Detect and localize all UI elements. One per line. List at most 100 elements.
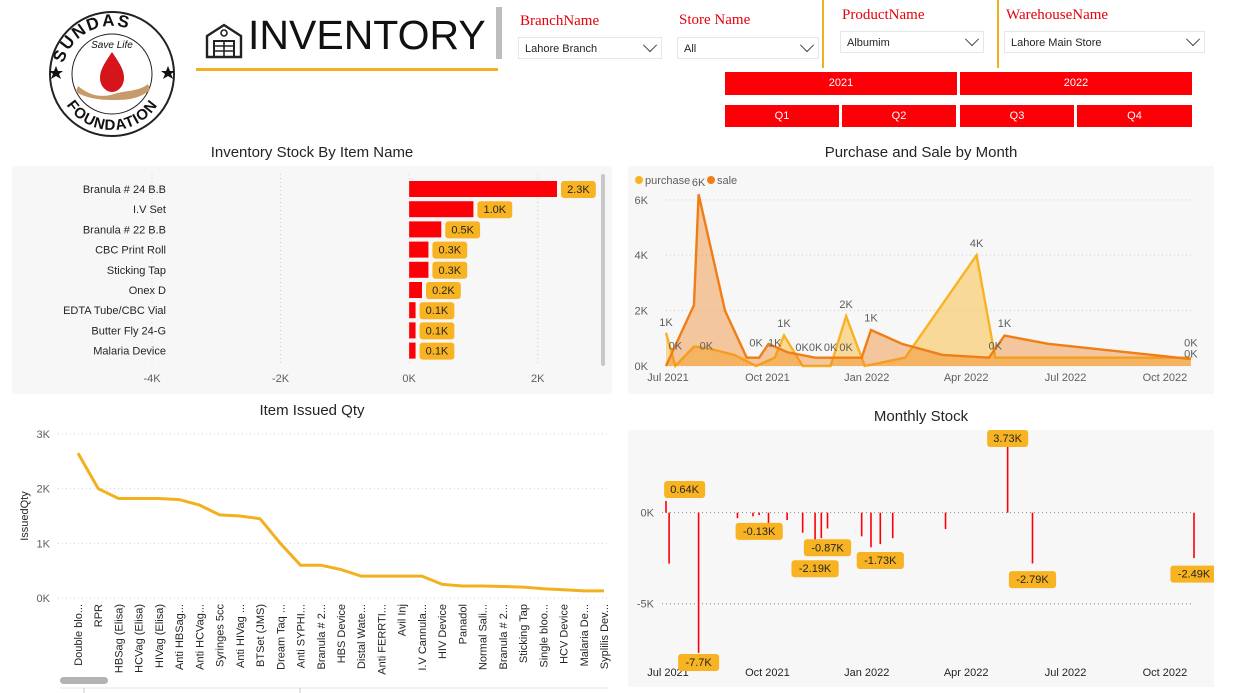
page-title-area: INVENTORY	[196, 10, 498, 72]
point-data-label: 0K	[669, 340, 683, 352]
point-data-label: 1K	[659, 317, 673, 329]
monthly-stock-data-label: -1.73K	[864, 555, 897, 567]
x-tick-label: Oct 2021	[745, 667, 790, 679]
point-data-label: 6K	[692, 177, 706, 189]
scrollbar	[601, 174, 605, 366]
category-label: Malaria Device	[93, 346, 166, 358]
stock-bar	[409, 181, 557, 197]
store-dropdown[interactable]: All	[677, 37, 819, 59]
x-tick-label: -4K	[143, 373, 161, 385]
stock-data-label: 0.5K	[451, 224, 474, 236]
stock-bar	[409, 201, 474, 218]
y-tick-label: 6K	[635, 195, 649, 207]
monthly-stock-data-label: 3.73K	[993, 433, 1022, 445]
monthly-stock-chart: 0K-5KJul 2021 Oct 2021 Jan 2022 Apr 2022 Jul…	[637, 430, 1214, 679]
title-divider	[496, 7, 502, 59]
x-tick-label: Apr 2022	[944, 667, 989, 679]
quarter-q3-button[interactable]: Q3	[960, 105, 1074, 127]
category-label: I.V Cannula...	[417, 604, 429, 671]
point-data-label: 0K	[988, 340, 1002, 352]
x-tick-label: Jan 2022	[844, 667, 889, 679]
monthly-stock-data-label: -2.19K	[799, 563, 832, 575]
stock-data-label: 0.1K	[426, 325, 449, 337]
store-dropdown-value: All	[684, 43, 697, 55]
stock-data-label: 0.3K	[439, 265, 462, 277]
x-tick-label: Oct 2022	[1143, 667, 1188, 679]
title-underline	[196, 68, 498, 71]
category-label: Butter Fly 24-G	[91, 325, 166, 337]
stock-data-label: 0.3K	[439, 245, 462, 257]
y-tick-label: 0K	[641, 508, 655, 520]
x-tick-label: Jul 2022	[1045, 667, 1087, 679]
x-tick-label: Jul 2022	[1045, 372, 1087, 384]
point-data-label: 1K	[768, 338, 782, 350]
category-label: BTSet (JMS)	[255, 604, 267, 667]
stock-bar	[409, 342, 416, 359]
category-label: RPR	[93, 604, 105, 627]
quarter-q2-button[interactable]: Q2	[842, 105, 956, 127]
item-issued-chart: IssuedQty 0K 1K 2K 3K Double blo... RPR HBSag (…	[19, 429, 611, 693]
point-data-label: 2K	[839, 299, 853, 311]
year-2021-button[interactable]: 2021	[725, 72, 957, 95]
y-axis-label: IssuedQty	[19, 491, 31, 541]
stock-data-label: 2.3K	[567, 184, 590, 196]
stock-data-label: 0.2K	[432, 285, 455, 297]
quarter-q4-button[interactable]: Q4	[1077, 105, 1192, 127]
warehouse-slicer-label: WarehouseName	[1006, 7, 1109, 23]
y-tick-label: 2K	[37, 484, 51, 496]
chevron-down-icon	[1185, 32, 1201, 47]
category-label: HIVag (Elisa)	[154, 604, 166, 668]
category-label: Branula # 22 B.B	[83, 224, 166, 236]
x-tick-label: Oct 2021	[745, 372, 790, 384]
purchase-sale-chart: purchase sale 0K 2K 4K 6K Jul 2021 Oct 2021 Jan …	[635, 175, 1199, 384]
x-tick-label: Jan 2022	[844, 372, 889, 384]
x-tick-label: Oct 2022	[1143, 372, 1188, 384]
category-label: Avil Inj	[397, 604, 409, 636]
stock-bar	[409, 261, 429, 278]
y-tick-label: 3K	[37, 429, 51, 441]
category-label: Distal Wate...	[356, 604, 368, 669]
category-label: Branula # 2...	[316, 604, 328, 669]
stock-data-label: 0.1K	[426, 346, 449, 358]
y-tick-label: 4K	[635, 250, 649, 262]
branch-slicer-label: BranchName	[520, 13, 600, 29]
warehouse-dropdown[interactable]: Lahore Main Store	[1004, 31, 1205, 53]
inventory-stock-chart: -4K -2K 0K 2K Branula # 24 B.B 2.3K I.V Set 1.0…	[63, 174, 605, 385]
category-label: CBC Print Roll	[95, 245, 166, 257]
product-dropdown[interactable]: Albumim	[840, 31, 984, 53]
branch-dropdown[interactable]: Lahore Branch	[518, 37, 662, 59]
category-label: HIV Device	[437, 604, 449, 659]
item-issued-title: Item Issued Qty	[259, 402, 365, 419]
category-label: HBSag (Elisa)	[113, 604, 125, 673]
product-dropdown-value: Albumim	[847, 37, 890, 49]
branch-dropdown-value: Lahore Branch	[525, 43, 598, 55]
year-2022-button[interactable]: 2022	[960, 72, 1192, 95]
y-tick-label: -5K	[637, 599, 655, 611]
x-tick-label: -2K	[272, 373, 290, 385]
stock-bar	[409, 302, 416, 319]
category-label: HCV Device	[559, 604, 571, 664]
x-tick-label: Apr 2022	[944, 372, 989, 384]
legend-purchase-label: purchase	[645, 175, 690, 187]
legend-purchase-marker	[635, 176, 643, 184]
quarter-q1-button[interactable]: Q1	[725, 105, 839, 127]
category-label: Sticking Tap	[107, 265, 166, 277]
x-tick-label: 2K	[531, 373, 545, 385]
point-data-label: 4K	[970, 238, 984, 250]
issued-qty-line	[76, 452, 604, 593]
category-label: Normal Sali...	[478, 604, 490, 670]
category-label: Dream Taq ...	[275, 604, 287, 670]
category-label: Syplilis Dev...	[599, 604, 611, 669]
category-label: Branula # 24 B.B	[83, 184, 166, 196]
category-label: Double blo...	[73, 604, 85, 666]
purchase-sale-title: Purchase and Sale by Month	[824, 144, 1018, 161]
monthly-stock-data-label: -0.13K	[743, 526, 776, 538]
monthly-stock-data-label: -0.87K	[811, 542, 844, 554]
x-tick-label: Jul 2021	[647, 372, 689, 384]
page-title: INVENTORY	[248, 12, 486, 58]
category-label: Panadol	[457, 604, 469, 644]
category-label: Anti FERRTI...	[376, 604, 388, 675]
chevron-down-icon	[799, 38, 815, 53]
category-label: Anti HCVag...	[194, 604, 206, 670]
logo-middle-text: Save Life	[91, 40, 133, 51]
